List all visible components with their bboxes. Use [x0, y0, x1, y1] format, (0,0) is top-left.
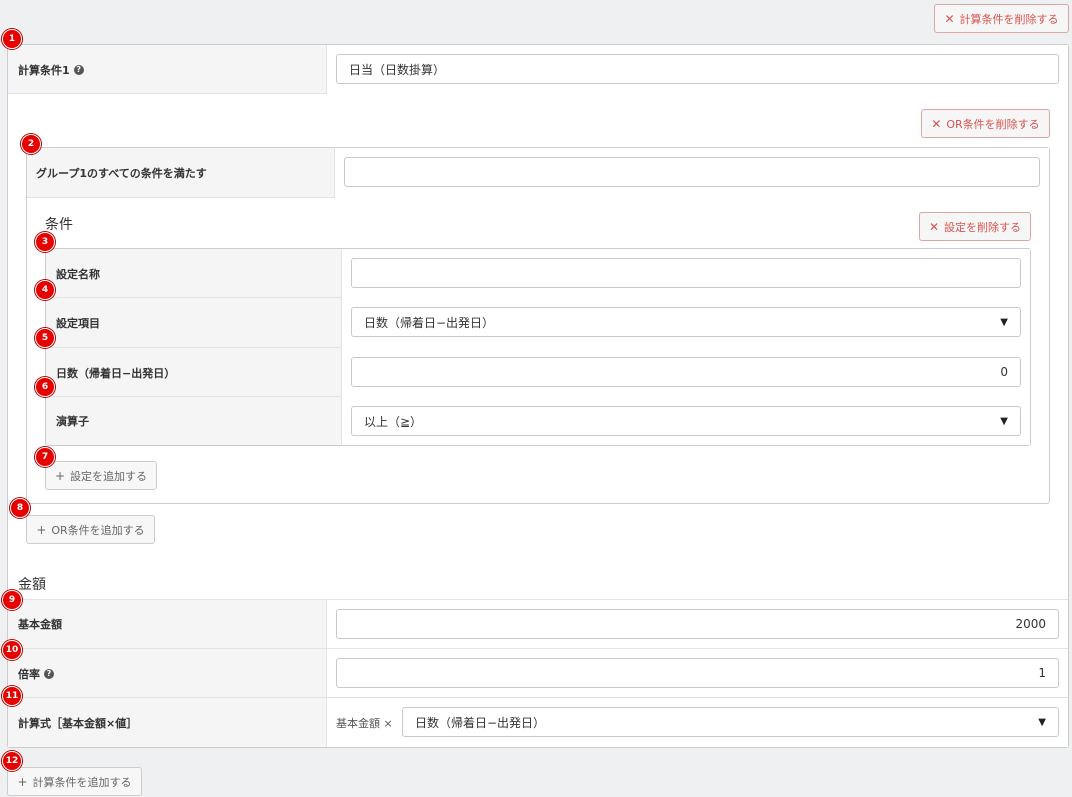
formula-prefix: 基本金額 ×	[336, 717, 393, 730]
add-calc-condition-label: 計算条件を追加する	[32, 775, 132, 789]
amount-heading: 金額	[18, 577, 46, 593]
annotation-badge: 10	[2, 640, 22, 660]
delete-calc-condition-label: 計算条件を削除する	[959, 12, 1059, 26]
chevron-down-icon: ▼	[1000, 415, 1008, 427]
setting-name-label: 設定名称	[56, 267, 100, 281]
days-input[interactable]: 0	[351, 357, 1021, 387]
days-value: 0	[1000, 365, 1008, 379]
conditions-heading: 条件	[45, 217, 73, 233]
delete-setting-button[interactable]: ✕ 設定を削除する	[919, 212, 1031, 241]
annotation-badge: 3	[35, 232, 55, 252]
help-icon[interactable]: ?	[73, 64, 84, 75]
setting-item-value: 日数（帰着日−出発日）	[364, 315, 495, 330]
calc-condition-value: 日当（日数掛算）	[349, 62, 446, 77]
add-setting-label: 設定を追加する	[70, 469, 148, 483]
close-icon: ✕	[944, 11, 955, 26]
annotation-badge: 4	[35, 280, 55, 300]
days-label: 日数（帰着日−出発日）	[56, 366, 176, 380]
formula-label: 計算式［基本金額×値］	[18, 716, 138, 730]
annotation-badge: 6	[35, 377, 55, 397]
help-icon[interactable]: ?	[44, 668, 54, 679]
base-amount-label: 基本金額	[18, 618, 62, 631]
rate-label: 倍率 ?	[18, 649, 54, 698]
formula-select[interactable]: 日数（帰着日−出発日） ▼	[402, 707, 1059, 737]
annotation-badge: 5	[35, 328, 55, 348]
add-setting-button[interactable]: + 設定を追加する	[45, 461, 157, 490]
calc-condition-label-text: 計算条件1	[18, 63, 70, 77]
setting-name-input[interactable]	[351, 258, 1021, 288]
calc-condition-label: 計算条件1 ?	[18, 45, 84, 94]
formula-value: 日数（帰着日−出発日）	[415, 715, 546, 730]
annotation-badge: 2	[21, 134, 41, 154]
annotation-badge: 12	[2, 751, 22, 771]
base-amount-input[interactable]: 2000	[336, 609, 1059, 639]
plus-icon: +	[54, 468, 66, 483]
rate-input[interactable]: 1	[336, 658, 1059, 688]
calc-condition-input[interactable]: 日当（日数掛算）	[336, 54, 1059, 84]
plus-icon: +	[36, 522, 47, 537]
rate-label-text: 倍率	[18, 667, 40, 681]
setting-item-label: 設定項目	[56, 317, 100, 330]
plus-icon: +	[17, 774, 28, 789]
base-amount-value: 2000	[1015, 617, 1046, 631]
annotation-badge: 7	[35, 447, 55, 467]
delete-calc-condition-button[interactable]: ✕ 計算条件を削除する	[934, 4, 1069, 33]
chevron-down-icon: ▼	[1038, 716, 1046, 728]
operator-select[interactable]: 以上（≧） ▼	[351, 406, 1021, 436]
operator-value: 以上（≧）	[364, 414, 423, 429]
annotation-badge: 1	[2, 29, 22, 49]
operator-label: 演算子	[56, 415, 89, 428]
close-icon: ✕	[928, 219, 940, 234]
group-label: グループ1のすべての条件を満たす	[36, 167, 207, 180]
delete-or-condition-button[interactable]: ✕ OR条件を削除する	[921, 109, 1050, 138]
setting-item-select[interactable]: 日数（帰着日−出発日） ▼	[351, 307, 1021, 337]
add-calc-condition-button[interactable]: + 計算条件を追加する	[7, 767, 142, 796]
annotation-badge: 8	[10, 498, 30, 518]
chevron-down-icon: ▼	[1000, 316, 1008, 328]
delete-setting-label: 設定を削除する	[944, 220, 1022, 234]
add-or-condition-label: OR条件を追加する	[51, 523, 145, 537]
annotation-badge: 11	[2, 686, 22, 706]
group-input[interactable]	[344, 157, 1040, 187]
rate-value: 1	[1038, 666, 1046, 680]
close-icon: ✕	[931, 116, 942, 131]
delete-or-condition-label: OR条件を削除する	[946, 117, 1040, 131]
annotation-badge: 9	[2, 590, 22, 610]
add-or-condition-button[interactable]: + OR条件を追加する	[26, 515, 155, 544]
